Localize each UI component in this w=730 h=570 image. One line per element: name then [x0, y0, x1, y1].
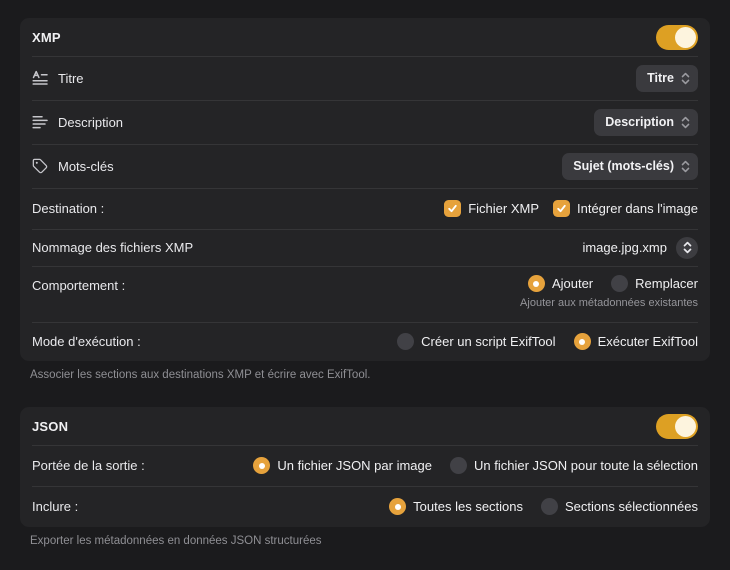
destination-label: Destination :	[32, 201, 105, 216]
radio-label: Exécuter ExifTool	[597, 334, 698, 349]
export-settings-page: XMP Titre Titre Description Description …	[0, 0, 730, 547]
radio-icon	[541, 498, 559, 515]
radio-label: Sections sélectionnées	[565, 499, 698, 514]
radio-remplacer[interactable]: Remplacer	[611, 275, 698, 292]
checkbox-label: Fichier XMP	[468, 201, 539, 216]
xmp-section-header: XMP	[20, 18, 710, 56]
description-dropdown-value: Description	[605, 115, 674, 129]
radio-icon	[389, 498, 407, 515]
comportement-label: Comportement :	[32, 278, 126, 293]
mode-execution-label: Mode d'exécution :	[32, 334, 141, 349]
comportement-helper-text: Ajouter aux métadonnées existantes	[520, 297, 698, 309]
xmp-section-title: XMP	[32, 29, 61, 45]
titre-dropdown[interactable]: Titre	[636, 64, 698, 92]
mode-radio-group: Créer un script ExifTool Exécuter ExifTo…	[397, 333, 698, 350]
checkbox-icon	[444, 200, 462, 217]
titre-label: Titre	[58, 70, 84, 86]
radio-icon	[397, 333, 415, 350]
chevron-up-down-icon	[681, 160, 690, 173]
json-toggle-knob	[675, 415, 696, 437]
row-destination: Destination : Fichier XMP Intégrer dans …	[20, 188, 710, 229]
inclure-label: Inclure :	[32, 499, 79, 514]
checkbox-icon	[553, 200, 570, 217]
description-label: Description	[58, 114, 124, 130]
radio-label: Créer un script ExifTool	[421, 334, 556, 349]
json-section-header: JSON	[20, 407, 710, 445]
nommage-dropdown-value: image.jpg.xmp	[582, 240, 667, 255]
mots-cles-dropdown[interactable]: Sujet (mots-clés)	[562, 152, 698, 180]
xmp-section-card: XMP Titre Titre Description Description …	[20, 18, 710, 361]
chevron-up-down-icon	[676, 236, 698, 259]
row-description: Description Description	[20, 100, 710, 144]
radio-json-par-image[interactable]: Un fichier JSON par image	[253, 457, 432, 474]
radio-json-toute-selection[interactable]: Un fichier JSON pour toute la sélection	[450, 457, 698, 474]
tag-icon	[32, 158, 48, 174]
chevron-up-down-icon	[681, 116, 690, 129]
description-dropdown[interactable]: Description	[594, 108, 698, 136]
nommage-dropdown[interactable]: image.jpg.xmp	[582, 236, 698, 259]
inclure-radio-group: Toutes les sections Sections sélectionné…	[389, 498, 698, 515]
radio-icon	[253, 457, 271, 474]
json-section-card: JSON Portée de la sortie : Un fichier JS…	[20, 407, 710, 527]
checkbox-label: Intégrer dans l'image	[577, 201, 698, 216]
row-mode-execution: Mode d'exécution : Créer un script ExifT…	[20, 322, 710, 361]
portee-label: Portée de la sortie :	[32, 458, 145, 473]
radio-label: Remplacer	[635, 276, 698, 291]
radio-creer-script[interactable]: Créer un script ExifTool	[397, 333, 556, 350]
xmp-toggle-knob	[675, 26, 696, 48]
checkbox-fichier-xmp[interactable]: Fichier XMP	[444, 200, 539, 217]
titre-dropdown-value: Titre	[647, 71, 674, 85]
checkbox-integrer-image[interactable]: Intégrer dans l'image	[553, 200, 698, 217]
radio-label: Un fichier JSON par image	[277, 458, 432, 473]
comportement-radio-group: Ajouter Remplacer	[527, 275, 698, 292]
json-toggle[interactable]	[656, 413, 698, 439]
mots-cles-dropdown-value: Sujet (mots-clés)	[573, 159, 674, 173]
radio-icon	[573, 333, 591, 350]
text-lines-icon	[32, 114, 48, 130]
radio-toutes-sections[interactable]: Toutes les sections	[389, 498, 523, 515]
portee-radio-group: Un fichier JSON par image Un fichier JSO…	[253, 457, 698, 474]
row-mots-cles: Mots-clés Sujet (mots-clés)	[20, 144, 710, 188]
json-section-title: JSON	[32, 418, 69, 434]
row-portee-sortie: Portée de la sortie : Un fichier JSON pa…	[20, 445, 710, 486]
radio-label: Ajouter	[551, 276, 594, 291]
radio-label: Toutes les sections	[413, 499, 524, 514]
row-titre: Titre Titre	[20, 56, 710, 100]
radio-executer-exiftool[interactable]: Exécuter ExifTool	[573, 333, 698, 350]
row-nommage: Nommage des fichiers XMP image.jpg.xmp	[20, 229, 710, 266]
destination-checkbox-group: Fichier XMP Intégrer dans l'image	[444, 200, 698, 217]
radio-icon	[527, 275, 545, 292]
radio-ajouter[interactable]: Ajouter	[527, 275, 594, 292]
radio-icon	[611, 275, 629, 292]
textformat-icon	[32, 70, 48, 86]
row-inclure: Inclure : Toutes les sections Sections s…	[20, 486, 710, 527]
radio-icon	[450, 457, 467, 474]
row-comportement: Comportement : Ajouter Remplacer Ajouter…	[20, 266, 710, 322]
radio-label: Un fichier JSON pour toute la sélection	[474, 458, 698, 473]
nommage-label: Nommage des fichiers XMP	[32, 240, 194, 255]
chevron-up-down-icon	[681, 72, 690, 85]
radio-sections-selectionnees[interactable]: Sections sélectionnées	[541, 498, 698, 515]
mots-cles-label: Mots-clés	[58, 158, 114, 174]
json-footer-caption: Exporter les métadonnées en données JSON…	[30, 535, 322, 547]
xmp-footer-caption: Associer les sections aux destinations X…	[30, 369, 371, 381]
xmp-toggle[interactable]	[656, 24, 698, 50]
